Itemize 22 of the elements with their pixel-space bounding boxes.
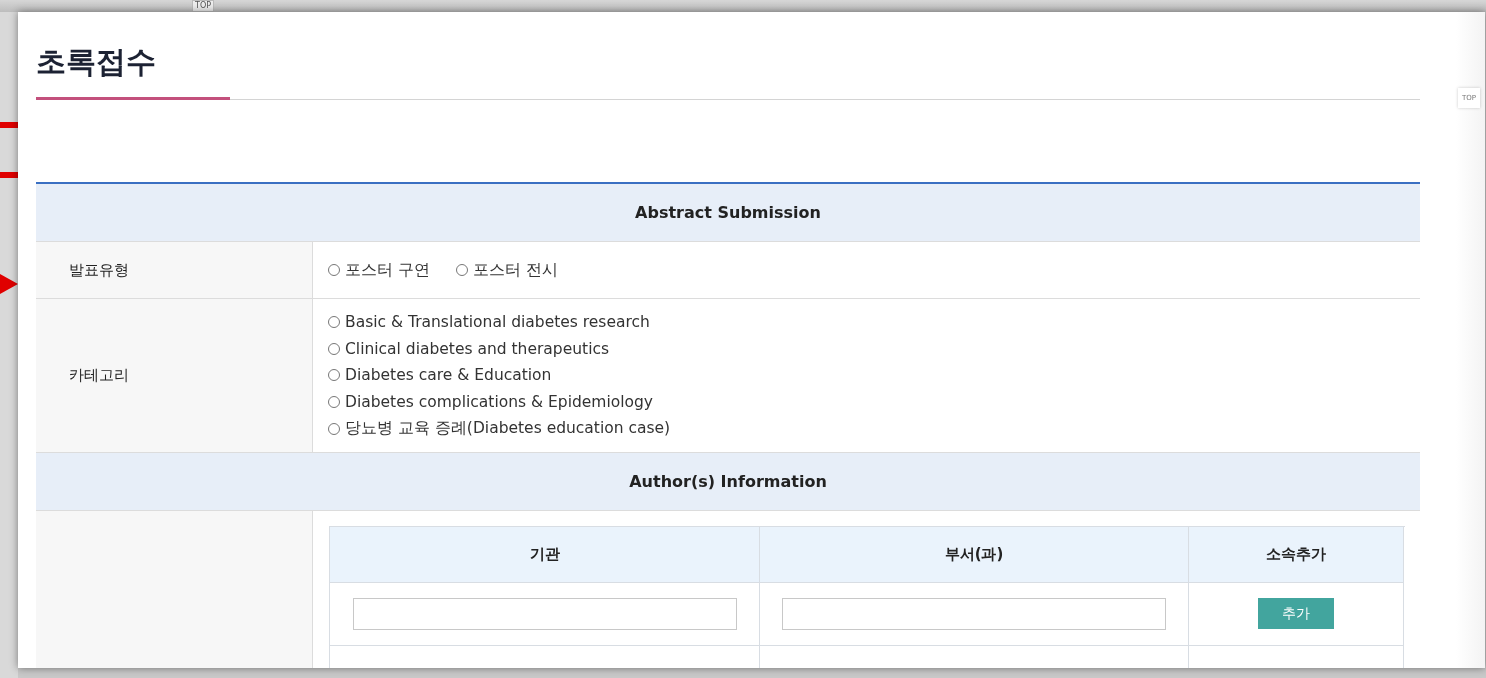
column-header: 소속추가 <box>1189 526 1404 583</box>
option-label: 포스터 구연 <box>345 259 431 281</box>
field-label: 발표유형 <box>36 242 313 298</box>
input-field[interactable] <box>782 597 1166 630</box>
option-label: Basic & Translational diabetes research <box>345 313 650 332</box>
option-label: 당뇨병 교육 증례(Diabetes education case) <box>345 418 671 440</box>
column-header: 부서(과) <box>760 526 1189 583</box>
option-label: 포스터 전시 <box>473 259 559 281</box>
arrow-icon <box>0 274 18 294</box>
add-button[interactable]: 추가 <box>1258 598 1334 630</box>
section-heading: Abstract Submission <box>36 184 1420 242</box>
input-field[interactable] <box>352 597 737 630</box>
marker-bar <box>0 122 18 128</box>
column-header: 기관 <box>330 526 760 583</box>
option-label: Diabetes complications & Epidemiology <box>345 393 654 412</box>
page-title: 초록접수 <box>36 43 157 81</box>
option-label: Diabetes care & Education <box>345 366 552 385</box>
marker-bar <box>0 172 18 178</box>
section-heading: Author(s) Information <box>36 452 1420 511</box>
option-label: Clinical diabetes and therapeutics <box>345 339 610 358</box>
top-button[interactable]: TOP <box>192 0 214 12</box>
field-label: 카테고리 <box>36 299 313 452</box>
